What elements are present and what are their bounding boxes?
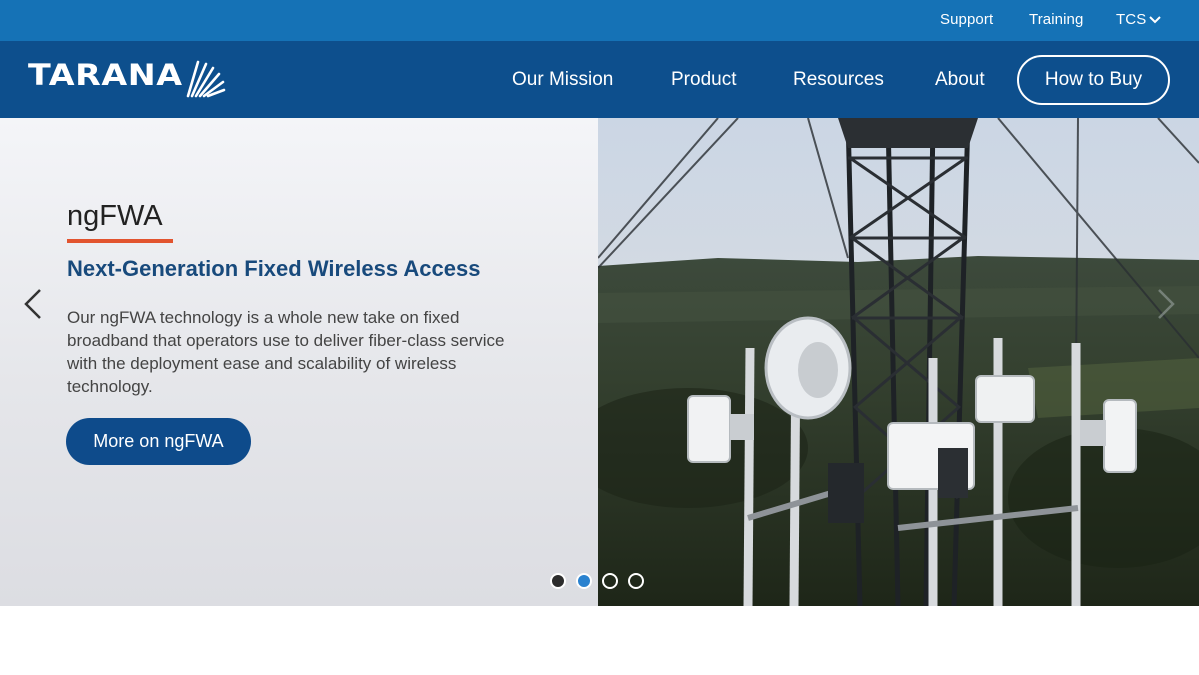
nav-product[interactable]: Product [671, 69, 736, 91]
sunburst-logo-icon [186, 60, 226, 98]
carousel-dot-1[interactable] [550, 573, 566, 589]
how-to-buy-button[interactable]: How to Buy [1017, 55, 1170, 105]
utility-link-training[interactable]: Training [1029, 11, 1083, 28]
tower-antenna-photo [598, 118, 1199, 606]
nav-our-mission[interactable]: Our Mission [512, 69, 613, 91]
nav-resources[interactable]: Resources [793, 69, 884, 91]
region-label: TCS [1116, 11, 1147, 28]
carousel-pagination [550, 573, 644, 589]
utility-link-support[interactable]: Support [940, 11, 993, 28]
chevron-left-icon[interactable] [20, 284, 46, 324]
main-nav: TARANA Our Mission Product Resources Abo… [0, 41, 1199, 118]
brand-logo[interactable]: TARANA [28, 61, 226, 98]
more-on-ngfwa-button[interactable]: More on ngFWA [66, 418, 251, 465]
slide-title: Next-Generation Fixed Wireless Access [67, 256, 481, 281]
page-content-below [0, 606, 1199, 675]
region-selector[interactable]: TCS [1116, 11, 1162, 28]
chevron-right-icon[interactable] [1153, 284, 1179, 324]
utility-bar: Support Training TCS [0, 0, 1199, 41]
hero-carousel: ngFWA Next-Generation Fixed Wireless Acc… [0, 118, 1199, 606]
eyebrow-underline [67, 239, 173, 243]
slide-eyebrow: ngFWA [67, 200, 163, 232]
chevron-down-icon [1149, 15, 1162, 23]
carousel-dot-4[interactable] [628, 573, 644, 589]
carousel-dot-2[interactable] [576, 573, 592, 589]
nav-about[interactable]: About [935, 69, 985, 91]
carousel-dot-3[interactable] [602, 573, 618, 589]
brand-wordmark: TARANA [28, 58, 183, 92]
slide-description: Our ngFWA technology is a whole new take… [67, 308, 505, 396]
